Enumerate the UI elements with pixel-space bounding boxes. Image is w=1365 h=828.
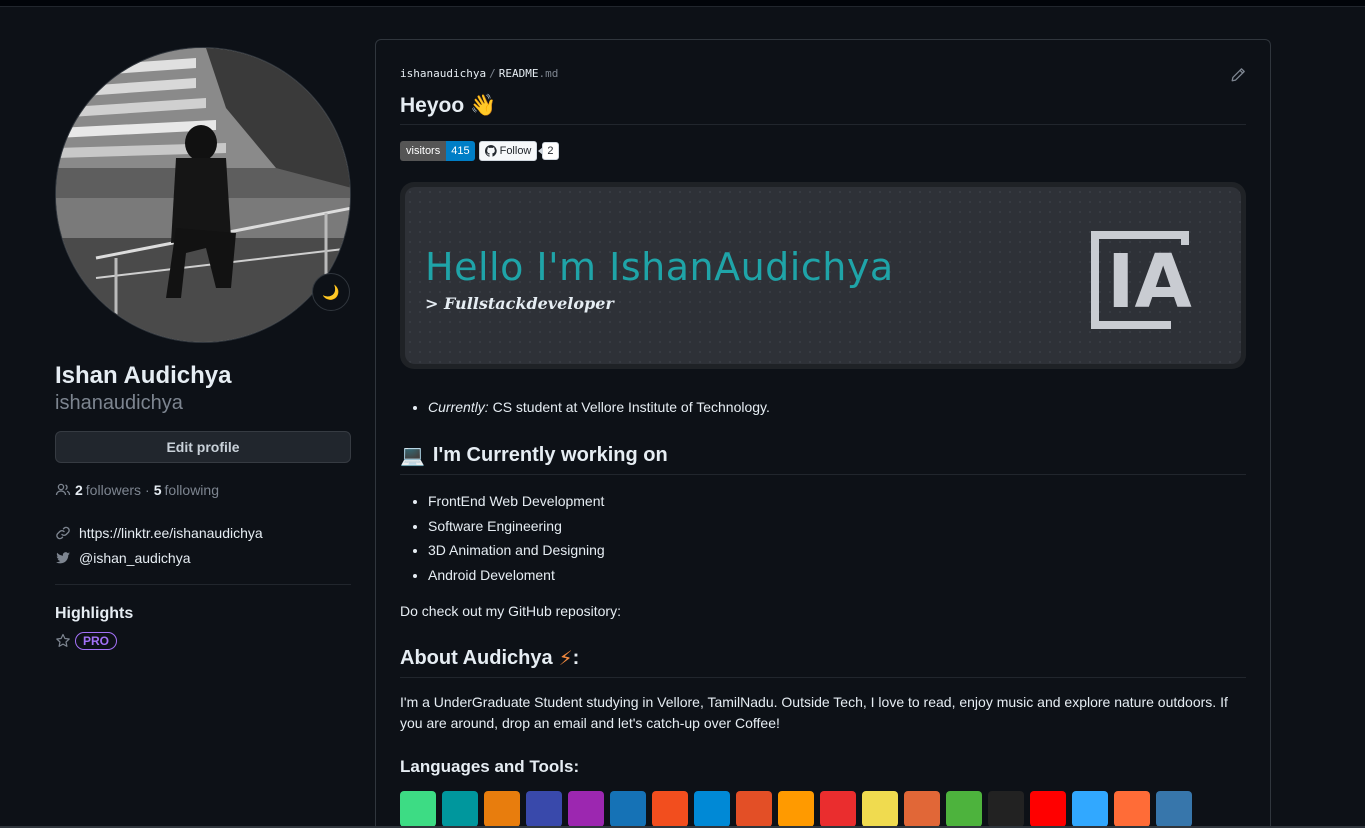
readme-content: ishanaudichya / README .md Heyoo 👋 visit… bbox=[400, 64, 1246, 828]
visitors-label: visitors bbox=[400, 141, 447, 161]
star-icon bbox=[56, 633, 70, 647]
banner-title: Hello I'm IshanAudichya bbox=[425, 245, 894, 289]
breadcrumb-separator: / bbox=[489, 66, 496, 80]
highlights-title: Highlights bbox=[55, 605, 134, 622]
intro-banner: Hello I'm IshanAudichya > Fullstackdevel… bbox=[400, 182, 1246, 369]
currently-text: CS student at Vellore Institute of Techn… bbox=[488, 399, 770, 415]
tools-row bbox=[400, 791, 1246, 828]
list-item: Android Develoment bbox=[428, 563, 1246, 588]
repo-text: Do check out my GitHub repository: bbox=[400, 603, 621, 619]
readme-ext: .md bbox=[538, 66, 559, 80]
profile-login: ishanaudichya bbox=[55, 392, 183, 414]
about-colon: : bbox=[572, 647, 580, 669]
following-count[interactable]: 5 bbox=[154, 482, 162, 498]
list-item: Software Engineering bbox=[428, 514, 1246, 539]
edit-profile-button[interactable]: Edit profile bbox=[55, 431, 351, 463]
profile-name: Ishan Audichya bbox=[55, 362, 232, 389]
top-bar bbox=[0, 0, 1365, 7]
website-link[interactable]: https://linktr.ee/ishanaudichya bbox=[55, 520, 351, 545]
pencil-icon bbox=[1231, 68, 1245, 82]
html-icon[interactable] bbox=[736, 791, 772, 827]
working-heading: 💻 I'm Currently working on bbox=[400, 443, 1246, 475]
currently-label: Currently: bbox=[428, 399, 489, 415]
highlights-row: PRO bbox=[55, 632, 351, 650]
avatar[interactable] bbox=[55, 47, 351, 343]
readme-heading: Heyoo 👋 bbox=[400, 94, 1246, 125]
edit-readme-button[interactable] bbox=[1230, 67, 1246, 86]
banner-inner: Hello I'm IshanAudichya > Fullstackdevel… bbox=[405, 187, 1241, 364]
about-heading: About Audichya ⚡ : bbox=[400, 646, 1246, 678]
twitter-link[interactable]: @ishan_audichya bbox=[55, 545, 351, 570]
cplusplus-icon[interactable] bbox=[568, 791, 604, 827]
opencv-icon[interactable] bbox=[1030, 791, 1066, 827]
follow-label: Follow bbox=[499, 145, 532, 157]
illustrator-icon[interactable] bbox=[778, 791, 814, 827]
currently-list: Currently: CS student at Vellore Institu… bbox=[400, 395, 1246, 419]
about-heading-text: About Audichya bbox=[400, 647, 553, 669]
follow-stats: 2 followers · 5 following bbox=[55, 482, 351, 498]
stat-separator: · bbox=[145, 482, 150, 498]
blender-icon[interactable] bbox=[484, 791, 520, 827]
visitors-badge: visitors 415 bbox=[400, 141, 475, 161]
arduino-icon[interactable] bbox=[442, 791, 478, 827]
java-icon[interactable] bbox=[820, 791, 856, 827]
ia-logo: IA bbox=[1091, 231, 1192, 329]
figma-icon[interactable] bbox=[652, 791, 688, 827]
lightning-icon: ⚡ bbox=[558, 648, 573, 670]
postman-icon[interactable] bbox=[1114, 791, 1150, 827]
android-icon[interactable] bbox=[400, 791, 436, 827]
azure-icon[interactable] bbox=[694, 791, 730, 827]
website-url[interactable]: https://linktr.ee/ishanaudichya bbox=[79, 525, 263, 541]
matlab-icon[interactable] bbox=[904, 791, 940, 827]
unity-icon[interactable] bbox=[988, 791, 1024, 827]
following-link[interactable]: following bbox=[165, 482, 219, 498]
avatar-container: 🌙 bbox=[55, 47, 351, 343]
banner-subtitle: > Fullstackdeveloper bbox=[425, 294, 614, 313]
sidebar-divider bbox=[55, 584, 351, 585]
readme-breadcrumb: ishanaudichya / README .md bbox=[400, 64, 1246, 82]
working-list: FrontEnd Web Development Software Engine… bbox=[400, 489, 1246, 587]
tools-heading: Languages and Tools: bbox=[400, 757, 580, 776]
logo-text: IA bbox=[1107, 239, 1192, 325]
followers-link[interactable]: followers bbox=[86, 482, 141, 498]
mongodb-icon[interactable] bbox=[946, 791, 982, 827]
people-icon bbox=[55, 483, 71, 496]
link-icon bbox=[56, 526, 70, 539]
currently-item: Currently: CS student at Vellore Institu… bbox=[428, 395, 1246, 419]
readme-box: ishanaudichya / README .md Heyoo 👋 visit… bbox=[375, 39, 1271, 828]
list-item: FrontEnd Web Development bbox=[428, 489, 1246, 514]
laptop-icon: 💻 bbox=[400, 445, 425, 467]
visitors-count: 415 bbox=[446, 141, 475, 161]
follow-count-badge[interactable]: 2 bbox=[538, 142, 559, 160]
set-status-button[interactable]: 🌙 bbox=[312, 273, 350, 311]
readme-owner[interactable]: ishanaudichya bbox=[400, 67, 486, 80]
profile-links: https://linktr.ee/ishanaudichya @ishan_a… bbox=[55, 520, 351, 570]
working-heading-text: I'm Currently working on bbox=[432, 444, 668, 466]
python-icon[interactable] bbox=[1156, 791, 1192, 827]
follow-badge[interactable]: Follow bbox=[478, 141, 538, 161]
css-icon[interactable] bbox=[610, 791, 646, 827]
badges-row: visitors 415 Follow 2 bbox=[400, 141, 1246, 161]
readme-filename[interactable]: README bbox=[499, 67, 539, 80]
about-text: I'm a UnderGraduate Student studying in … bbox=[400, 694, 1228, 731]
twitter-icon bbox=[56, 551, 70, 563]
twitter-handle[interactable]: @ishan_audichya bbox=[79, 550, 191, 566]
followers-count[interactable]: 2 bbox=[75, 482, 83, 498]
profile-sidebar: 🌙 Ishan Audichya ishanaudichya Edit prof… bbox=[55, 47, 351, 650]
github-icon bbox=[484, 145, 497, 157]
photoshop-icon[interactable] bbox=[1072, 791, 1108, 827]
c-icon[interactable] bbox=[526, 791, 562, 827]
status-emoji: 🌙 bbox=[322, 283, 340, 300]
javascript-icon[interactable] bbox=[862, 791, 898, 827]
list-item: 3D Animation and Designing bbox=[428, 538, 1246, 563]
pro-badge: PRO bbox=[75, 632, 118, 650]
